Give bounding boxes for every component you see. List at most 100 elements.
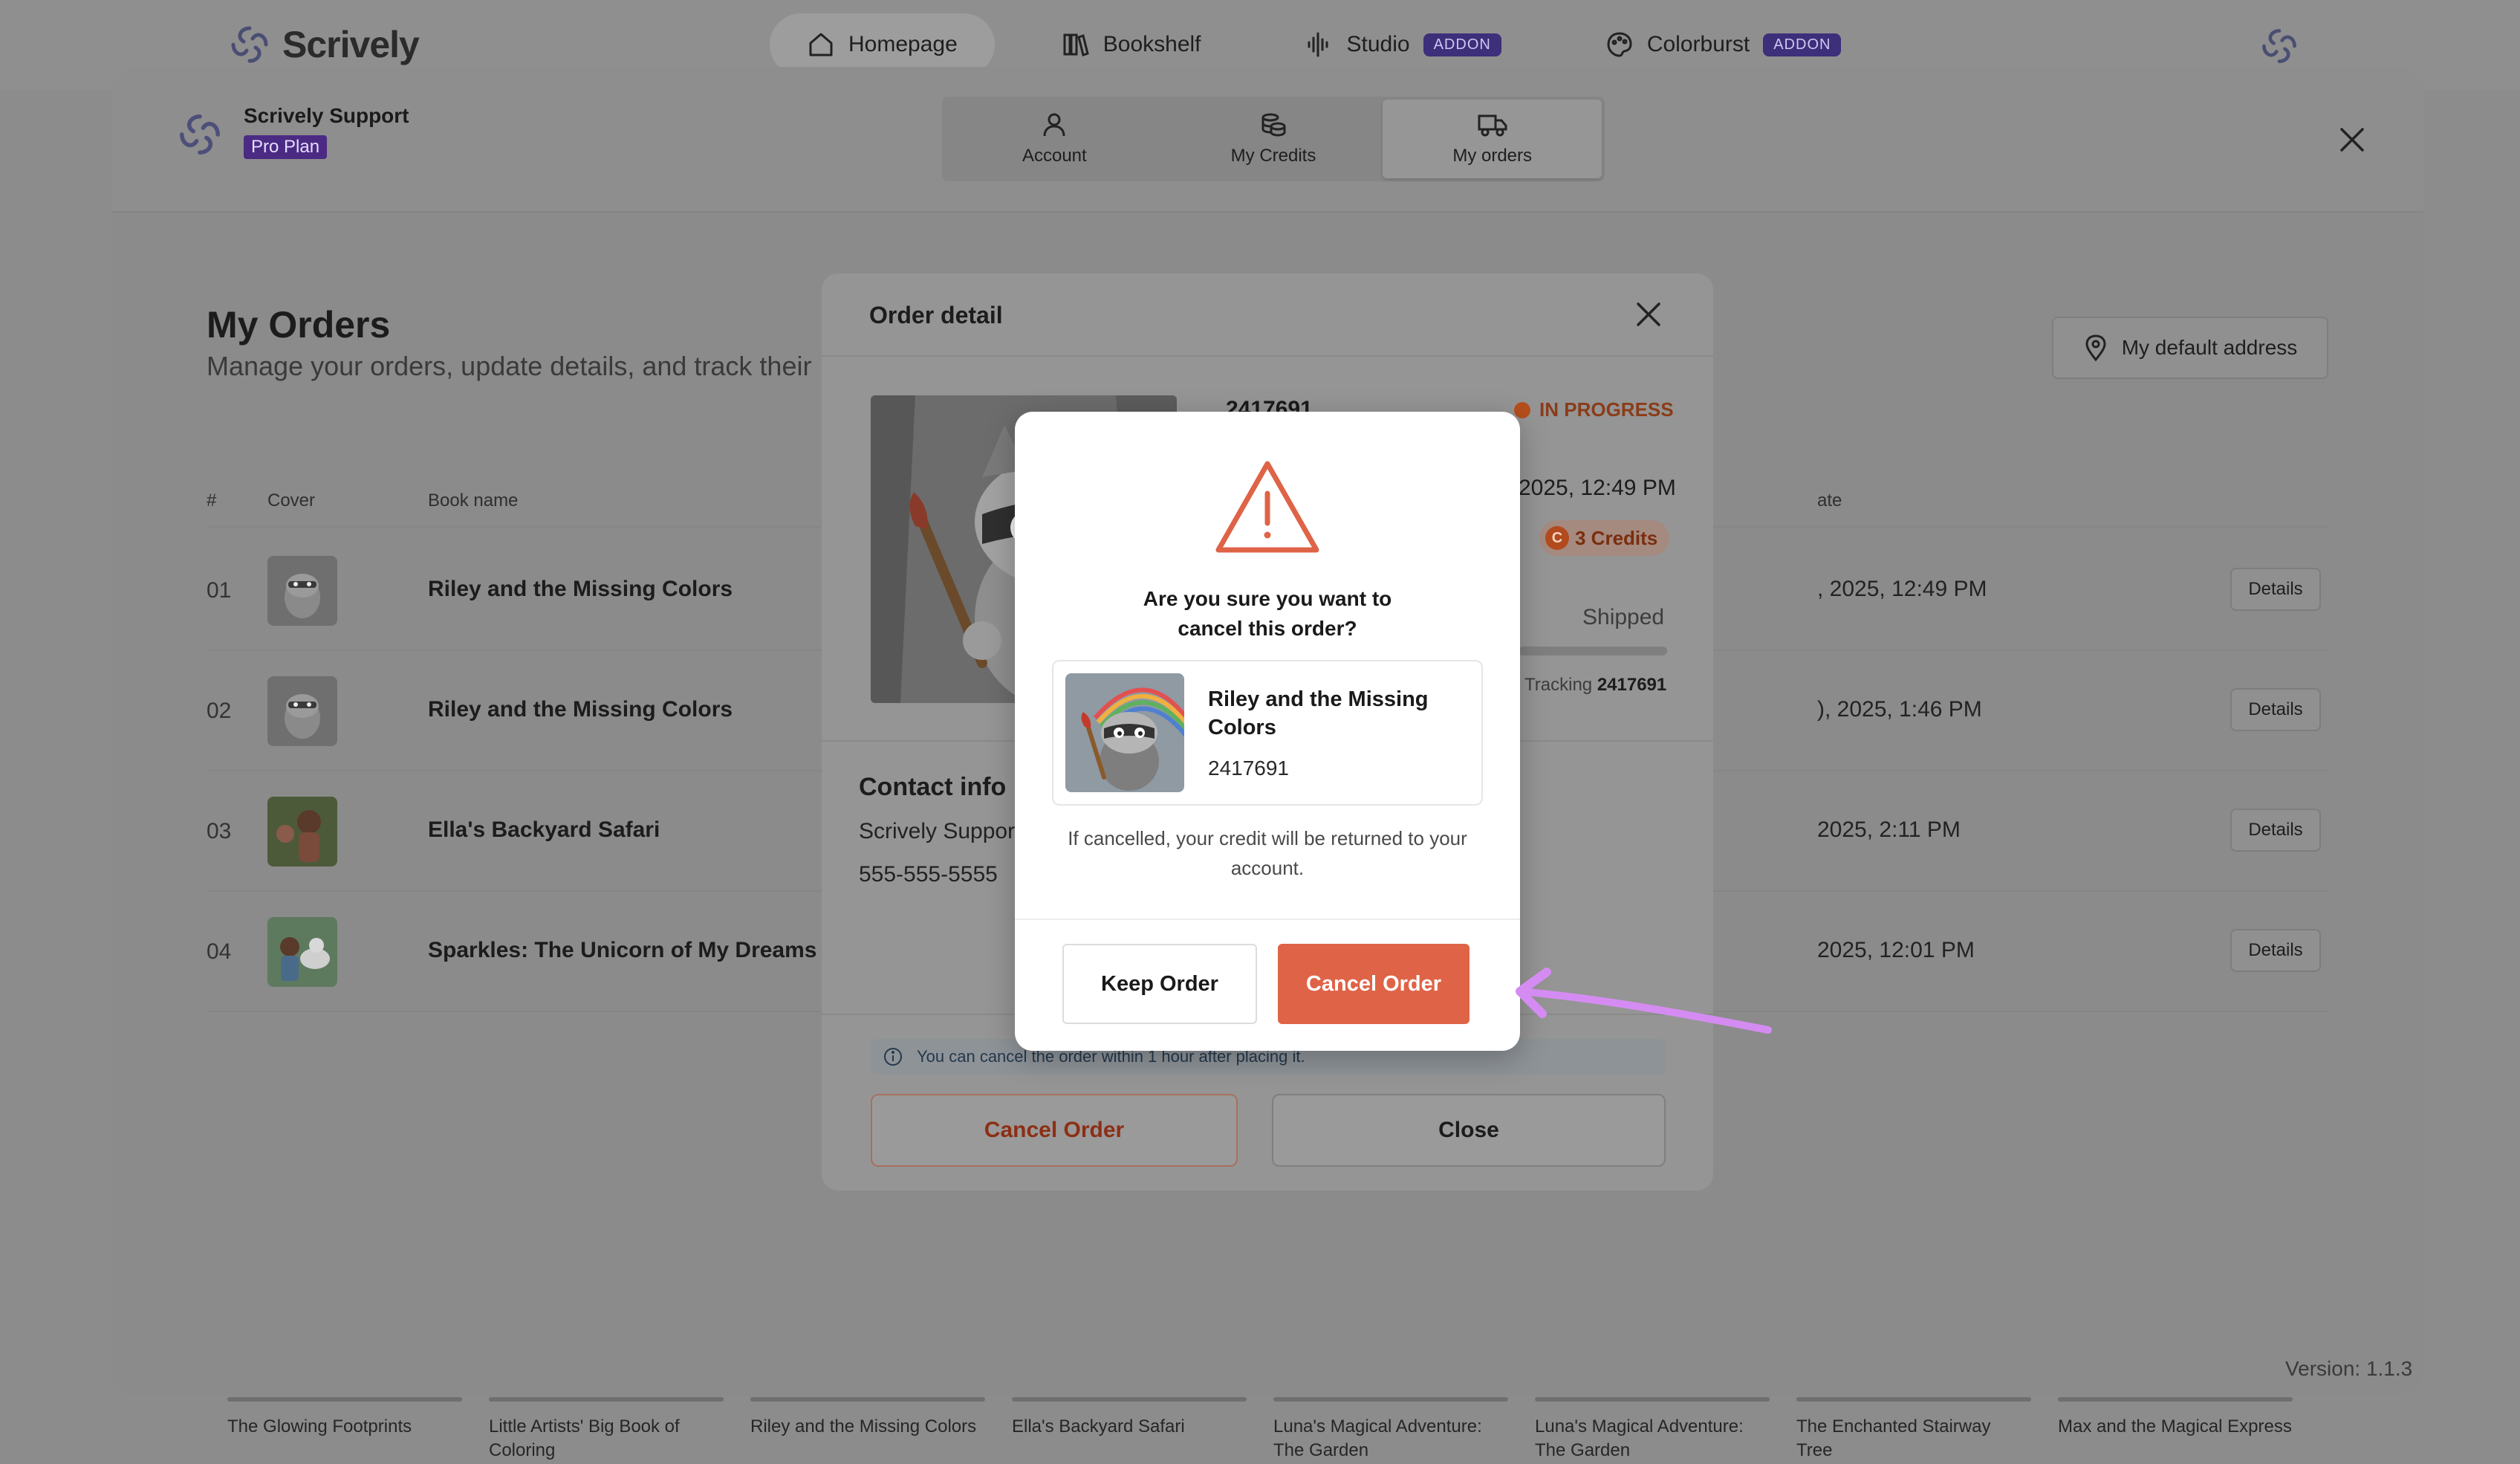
- book-cover-thumbnail: [267, 797, 337, 867]
- modal-header: Order detail: [822, 273, 1713, 357]
- credits-text: 3 Credits: [1575, 526, 1658, 549]
- shelf-item[interactable]: The Glowing Footprints: [227, 1397, 462, 1439]
- details-button[interactable]: Details: [2230, 568, 2321, 611]
- details-button[interactable]: Details: [2230, 929, 2321, 972]
- user-info: Scrively Support Pro Plan: [175, 104, 409, 159]
- shelf-item[interactable]: Luna's Magical Adventure: The Garden: [1273, 1397, 1508, 1463]
- palette-icon: [1607, 32, 1632, 57]
- status-badge: IN PROGRESS: [1514, 398, 1674, 421]
- shelf-item[interactable]: Ella's Backyard Safari: [1012, 1397, 1247, 1439]
- shelf-item-title: Max and the Magical Express: [2058, 1416, 2292, 1437]
- close-button[interactable]: Close: [1272, 1094, 1666, 1167]
- book-name: Riley and the Missing Colors: [428, 697, 733, 722]
- shelf-item[interactable]: Max and the Magical Express: [2058, 1397, 2293, 1439]
- warning-icon: [1215, 461, 1319, 553]
- shipping-status: Shipped: [1582, 605, 1665, 629]
- plan-badge: Pro Plan: [244, 135, 328, 159]
- details-button[interactable]: Details: [2230, 809, 2321, 852]
- book-name: Riley and the Missing Colors: [428, 577, 733, 601]
- profile-tabs: Account My Credits My orders: [942, 97, 1605, 181]
- default-address-label: My default address: [2121, 336, 2298, 359]
- scrively-logo-icon: [231, 26, 268, 63]
- shelf-item-title: Little Artists' Big Book of Coloring: [489, 1416, 680, 1460]
- scrively-logo-icon: [180, 114, 220, 155]
- user-icon: [1043, 113, 1065, 137]
- addon-badge: ADDON: [1763, 33, 1842, 56]
- page-title: My Orders: [207, 304, 391, 346]
- map-pin-icon: [2085, 334, 2106, 362]
- tracking-info: Tracking 2417691: [1524, 675, 1666, 696]
- shelf-item[interactable]: Little Artists' Big Book of Coloring: [489, 1397, 724, 1463]
- tab-label: My orders: [1452, 146, 1533, 166]
- row-number: 01: [207, 578, 232, 603]
- confirmation-question: Are you sure you want to cancel this ord…: [1143, 587, 1392, 640]
- bookshelf-icon: [1063, 33, 1089, 56]
- column-header-cover: Cover: [267, 490, 316, 511]
- panel-header: Scrively Support Pro Plan Account My Cre…: [111, 67, 2423, 213]
- order-date: 2025, 12:49 PM: [1519, 476, 1676, 500]
- shelf-item-title: Ella's Backyard Safari: [1012, 1416, 1185, 1437]
- info-icon: [884, 1048, 902, 1066]
- status-text: IN PROGRESS: [1539, 398, 1674, 421]
- shipping-progress-bar: [1519, 647, 1667, 655]
- modal-title: Order detail: [869, 302, 1003, 328]
- nav-tab-label: Homepage: [848, 32, 958, 56]
- details-button[interactable]: Details: [2230, 688, 2321, 731]
- row-number: 03: [207, 819, 232, 843]
- credit-coin-icon: C: [1545, 526, 1569, 550]
- tab-label: Account: [1022, 146, 1087, 166]
- page-subtitle: Manage your orders, update details, and …: [207, 351, 812, 381]
- book-name: Sparkles: The Unicorn of My Dreams: [428, 938, 817, 962]
- keep-order-button[interactable]: Keep Order: [1062, 944, 1257, 1024]
- tab-label: My Credits: [1230, 146, 1316, 166]
- nav-tab-label: Studio: [1346, 32, 1410, 56]
- shelf-item-title: The Glowing Footprints: [227, 1416, 412, 1437]
- scrively-logo-icon[interactable]: [2258, 25, 2300, 67]
- column-header-number: #: [207, 490, 217, 511]
- annotation-arrow-icon: [1516, 968, 1772, 1034]
- credit-refund-note: If cancelled, your credit will be return…: [1068, 827, 1467, 879]
- divider: [1015, 919, 1520, 920]
- close-icon[interactable]: [1634, 300, 1663, 328]
- nav-tab-label: Bookshelf: [1102, 32, 1201, 56]
- contact-info-heading: Contact info: [859, 773, 1007, 801]
- book-cover-thumbnail: [1065, 673, 1184, 792]
- column-header-date: ate: [1817, 490, 1842, 511]
- order-date: 2025, 2:11 PM: [1817, 817, 1961, 842]
- tab-my-orders[interactable]: My orders: [1383, 100, 1602, 178]
- app-version: Version: 1.1.3: [2285, 1357, 2413, 1380]
- book-title: Riley and the Missing Colors: [1208, 687, 1429, 739]
- tab-account[interactable]: Account: [945, 100, 1164, 178]
- user-name: Scrively Support: [244, 104, 409, 127]
- book-cover-thumbnail: [267, 917, 337, 987]
- shelf-item-title: Riley and the Missing Colors: [750, 1416, 977, 1437]
- order-date: ), 2025, 1:46 PM: [1817, 697, 1982, 722]
- order-id: 2417691: [1208, 757, 1290, 780]
- default-address-button[interactable]: My default address: [2052, 317, 2328, 379]
- shelf-item[interactable]: The Enchanted Stairway Tree: [1796, 1397, 2031, 1463]
- brand-logo[interactable]: Scrively: [227, 22, 420, 67]
- column-header-book-name: Book name: [428, 490, 519, 511]
- shelf-item-title: Luna's Magical Adventure: The Garden: [1535, 1416, 1744, 1460]
- shelf-item-title: Luna's Magical Adventure: The Garden: [1273, 1416, 1482, 1460]
- shelf-item[interactable]: Riley and the Missing Colors: [750, 1397, 985, 1439]
- book-name: Ella's Backyard Safari: [428, 817, 660, 842]
- coins-icon: [1261, 113, 1286, 137]
- tracking-number: 2417691: [1597, 675, 1667, 695]
- cancel-order-button[interactable]: Cancel Order: [871, 1094, 1238, 1167]
- order-date: , 2025, 12:49 PM: [1817, 577, 1987, 601]
- nav-tab-label: Colorburst: [1646, 32, 1750, 56]
- confirm-cancel-order-button[interactable]: Cancel Order: [1278, 944, 1470, 1024]
- close-icon[interactable]: [2337, 125, 2367, 155]
- row-number: 04: [207, 939, 232, 964]
- tab-my-credits[interactable]: My Credits: [1164, 100, 1383, 178]
- shelf-item-title: The Enchanted Stairway Tree: [1796, 1416, 1991, 1460]
- contact-phone: 555-555-5555: [859, 862, 998, 887]
- addon-badge: ADDON: [1423, 33, 1501, 56]
- shelf-item[interactable]: Luna's Magical Adventure: The Garden: [1535, 1397, 1770, 1463]
- tracking-label: Tracking: [1524, 675, 1593, 695]
- row-number: 02: [207, 699, 232, 723]
- book-cover-thumbnail: [267, 556, 337, 626]
- home-icon: [809, 33, 833, 56]
- cancel-confirmation-dialog: Are you sure you want to cancel this ord…: [1015, 412, 1520, 1051]
